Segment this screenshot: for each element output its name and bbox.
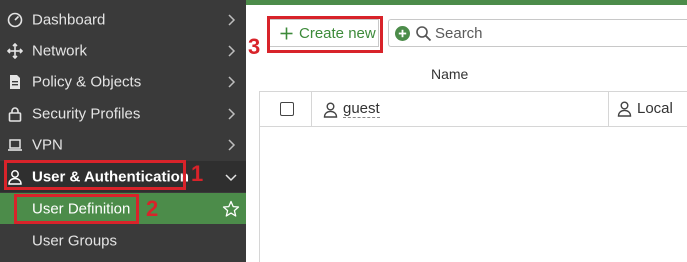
sidebar-item-vpn[interactable]: VPN bbox=[0, 129, 246, 160]
sidebar-item-label: VPN bbox=[32, 136, 63, 153]
annotation-number-3: 3 bbox=[248, 34, 261, 59]
user-table: guest Local bbox=[259, 91, 687, 262]
chevron-right-icon bbox=[228, 75, 236, 88]
sidebar-item-label: Policy & Objects bbox=[32, 73, 142, 90]
sidebar-item-network[interactable]: Network bbox=[0, 35, 246, 66]
sidebar-item-label: Security Profiles bbox=[32, 105, 141, 122]
dashboard-icon bbox=[6, 11, 24, 29]
chevron-right-icon bbox=[228, 13, 236, 26]
sidebar-subitem-user-groups[interactable]: User Groups bbox=[0, 225, 246, 256]
chevron-right-icon bbox=[228, 107, 236, 120]
chevron-right-icon bbox=[228, 138, 236, 151]
chevron-right-icon bbox=[228, 44, 236, 57]
star-icon[interactable] bbox=[222, 200, 240, 218]
search-input[interactable] bbox=[435, 23, 675, 44]
annotation-number-1: 1 bbox=[191, 161, 204, 186]
annotation-box-2 bbox=[14, 194, 139, 224]
column-divider bbox=[608, 92, 609, 127]
column-header-name[interactable]: Name bbox=[431, 66, 468, 82]
laptop-icon bbox=[6, 136, 24, 154]
cell-user-name: guest bbox=[322, 100, 380, 118]
user-type-text: Local bbox=[637, 100, 673, 117]
annotation-box-1 bbox=[4, 160, 186, 190]
network-icon bbox=[6, 42, 24, 60]
row-checkbox[interactable] bbox=[280, 102, 294, 116]
search-icon bbox=[416, 26, 432, 42]
sidebar-item-label: Network bbox=[32, 42, 88, 59]
annotation-number-2: 2 bbox=[146, 196, 159, 221]
sidebar-item-dashboard[interactable]: Dashboard bbox=[0, 4, 246, 35]
chevron-down-icon bbox=[225, 173, 237, 181]
table-column-header: Name bbox=[246, 59, 687, 90]
annotation-box-3 bbox=[267, 16, 383, 53]
table-row[interactable]: guest Local bbox=[260, 91, 687, 127]
sidebar-item-security-profiles[interactable]: Security Profiles bbox=[0, 98, 246, 129]
user-icon bbox=[323, 102, 338, 118]
user-name-text[interactable]: guest bbox=[343, 100, 380, 118]
policy-icon bbox=[6, 73, 24, 91]
user-icon bbox=[617, 101, 632, 117]
sidebar-item-label: Dashboard bbox=[32, 11, 106, 28]
sidebar-item-policy-objects[interactable]: Policy & Objects bbox=[0, 66, 246, 97]
sidebar-subitem-label: User Groups bbox=[32, 232, 118, 249]
cell-user-type: Local bbox=[616, 100, 673, 117]
search-box bbox=[388, 19, 687, 47]
add-filter-icon[interactable] bbox=[395, 26, 410, 41]
lock-icon bbox=[6, 105, 24, 123]
column-divider bbox=[311, 92, 312, 127]
